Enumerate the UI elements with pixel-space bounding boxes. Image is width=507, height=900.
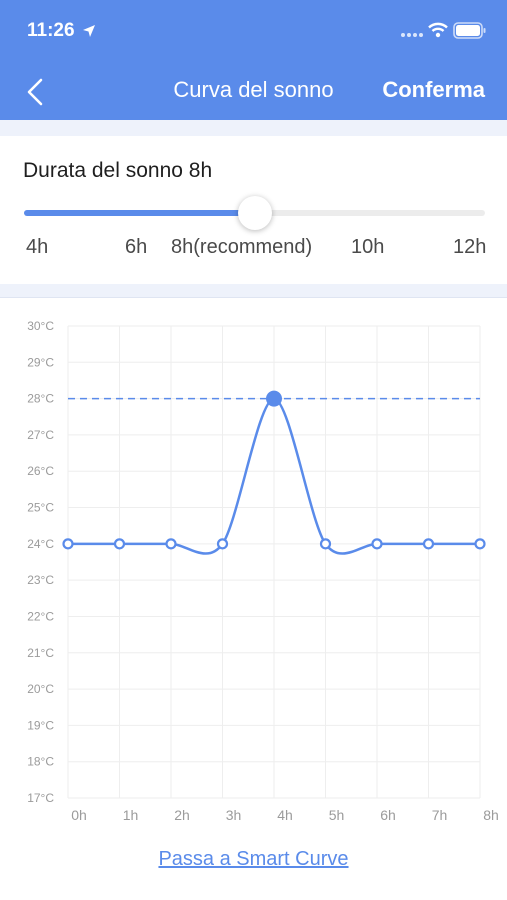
x-tick-label: 0h bbox=[71, 807, 87, 823]
y-tick-label: 23°C bbox=[27, 573, 54, 587]
data-point[interactable] bbox=[113, 538, 126, 550]
x-tick-label: 1h bbox=[123, 807, 139, 823]
chevron-left-icon bbox=[27, 78, 43, 106]
x-tick-label: 3h bbox=[226, 807, 242, 823]
y-tick-label: 25°C bbox=[27, 501, 54, 515]
y-tick-label: 24°C bbox=[27, 537, 54, 551]
data-point[interactable] bbox=[165, 538, 177, 550]
x-tick-label: 5h bbox=[329, 807, 345, 823]
x-tick-label: 2h bbox=[174, 807, 190, 823]
app-header: 11:26 Curva del sonno Conferma bbox=[0, 0, 507, 120]
y-tick-label: 22°C bbox=[27, 609, 54, 623]
sleep-duration-label: Durata del sonno 8h bbox=[23, 159, 213, 182]
data-point[interactable] bbox=[474, 538, 486, 550]
data-point-selected[interactable] bbox=[266, 390, 282, 407]
slider-tick-4h: 4h bbox=[26, 236, 49, 258]
data-point[interactable] bbox=[319, 538, 332, 550]
page-title: Curva del sonno bbox=[173, 77, 334, 102]
location-arrow-icon bbox=[83, 25, 95, 37]
x-tick-label: 4h bbox=[277, 807, 293, 823]
data-point[interactable] bbox=[62, 538, 74, 550]
y-tick-label: 20°C bbox=[27, 682, 54, 696]
x-tick-label: 6h bbox=[380, 807, 396, 823]
x-tick-label: 7h bbox=[432, 807, 448, 823]
smart-curve-link[interactable]: Passa a Smart Curve bbox=[0, 848, 507, 871]
cellular-signal-icon bbox=[401, 33, 423, 37]
battery-icon bbox=[453, 22, 486, 39]
back-button[interactable] bbox=[20, 76, 52, 108]
slider-fill bbox=[24, 210, 255, 216]
y-tick-label: 28°C bbox=[27, 392, 54, 406]
slider-thumb[interactable] bbox=[238, 196, 272, 230]
slider-tick-6h: 6h bbox=[125, 236, 148, 258]
sleep-duration-panel: Durata del sonno 8h 4h 6h 8h(recommend) … bbox=[0, 136, 507, 284]
data-point[interactable] bbox=[371, 538, 383, 550]
y-tick-label: 29°C bbox=[27, 355, 54, 369]
y-tick-label: 30°C bbox=[27, 319, 54, 333]
y-tick-label: 19°C bbox=[27, 718, 54, 732]
y-tick-label: 26°C bbox=[27, 464, 54, 478]
section-divider bbox=[0, 284, 507, 298]
slider-tick-12h: 12h bbox=[453, 236, 487, 258]
y-tick-label: 17°C bbox=[27, 791, 54, 805]
confirm-button[interactable]: Conferma bbox=[382, 77, 485, 103]
slider-tick-10h: 10h bbox=[351, 236, 385, 258]
x-tick-label: 8h bbox=[483, 807, 499, 823]
y-tick-label: 27°C bbox=[27, 428, 54, 442]
wifi-icon bbox=[428, 22, 448, 38]
section-divider bbox=[0, 120, 507, 136]
sleep-temperature-chart: 30°C 29°C 28°C 27°C 26°C 25°C 24°C 23°C 22°C 21°C… bbox=[27, 319, 499, 823]
status-time: 11:26 bbox=[27, 20, 75, 41]
y-tick-label: 18°C bbox=[27, 755, 54, 769]
data-point[interactable] bbox=[216, 538, 229, 550]
slider-tick-8h: 8h(recommend) bbox=[171, 236, 313, 258]
y-tick-label: 21°C bbox=[27, 646, 54, 660]
data-point[interactable] bbox=[422, 538, 435, 550]
